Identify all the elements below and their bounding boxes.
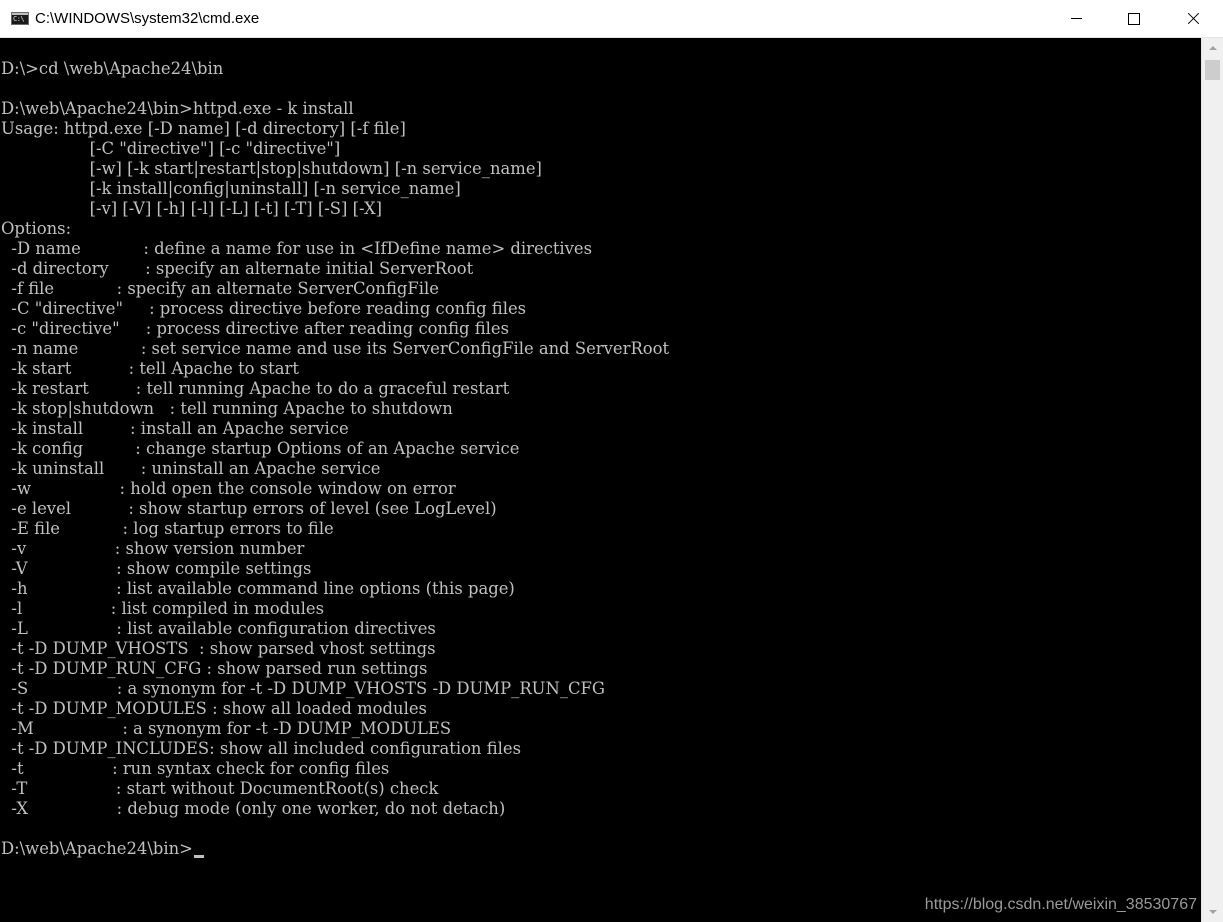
console-line: Usage: httpd.exe [-D name] [-d directory… xyxy=(1,119,406,138)
close-button[interactable] xyxy=(1163,0,1223,37)
console-line: -c "directive" : process directive after… xyxy=(1,319,509,338)
text-cursor xyxy=(193,855,204,858)
console-line: -l : list compiled in modules xyxy=(1,599,324,618)
console-line: -t : run syntax check for config files xyxy=(1,759,390,778)
console-line: -k config : change startup Options of an… xyxy=(1,439,520,458)
scroll-down-arrow-icon[interactable] xyxy=(1202,902,1223,922)
console-line: -S : a synonym for -t -D DUMP_VHOSTS -D … xyxy=(1,679,606,698)
console-line: -D name : define a name for use in <IfDe… xyxy=(1,239,593,258)
maximize-icon xyxy=(1128,12,1140,25)
console-line: D:\web\Apache24\bin>httpd.exe - k instal… xyxy=(1,99,354,118)
console-line: -t -D DUMP_VHOSTS : show parsed vhost se… xyxy=(1,639,436,658)
scroll-up-arrow-icon[interactable] xyxy=(1202,38,1223,58)
console-line: D:\>cd \web\Apache24\bin xyxy=(1,59,224,78)
console-line: -L : list available configuration direct… xyxy=(1,619,436,638)
minimize-button[interactable] xyxy=(1047,0,1105,37)
console-line: -v : show version number xyxy=(1,539,305,558)
command-prompt: D:\web\Apache24\bin> xyxy=(1,839,193,858)
console-line: -w : hold open the console window on err… xyxy=(1,479,456,498)
console-line: -M : a synonym for -t -D DUMP_MODULES xyxy=(1,719,452,738)
console-line: -k uninstall : uninstall an Apache servi… xyxy=(1,459,381,478)
console-line: -t -D DUMP_INCLUDES: show all included c… xyxy=(1,739,521,758)
console-line: -n name : set service name and use its S… xyxy=(1,339,670,358)
console-line: [-C "directive"] [-c "directive"] xyxy=(1,139,341,158)
console-line: Options: xyxy=(1,219,72,238)
console-line: -t -D DUMP_RUN_CFG : show parsed run set… xyxy=(1,659,428,678)
cmd-window: C:\ C:\WINDOWS\system32\cmd.exe D:\>cd \… xyxy=(0,0,1223,922)
console-text: D:\>cd \web\Apache24\bin D:\web\Apache24\… xyxy=(1,59,669,859)
console-line: -T : start without DocumentRoot(s) check xyxy=(1,779,439,798)
console-line: -t -D DUMP_MODULES : show all loaded mod… xyxy=(1,699,427,718)
console-line: -V : show compile settings xyxy=(1,559,312,578)
console-output-area[interactable]: D:\>cd \web\Apache24\bin D:\web\Apache24\… xyxy=(0,38,1201,922)
title-bar[interactable]: C:\ C:\WINDOWS\system32\cmd.exe xyxy=(0,0,1223,38)
console-line: -f file : specify an alternate ServerCon… xyxy=(1,279,439,298)
console-line: [-w] [-k start|restart|stop|shutdown] [-… xyxy=(1,159,542,178)
console-line: -C "directive" : process directive befor… xyxy=(1,299,527,318)
cmd-icon[interactable]: C:\ xyxy=(11,12,29,25)
console-line: -X : debug mode (only one worker, do not… xyxy=(1,799,506,818)
console-line: -d directory : specify an alternate init… xyxy=(1,259,474,278)
console-line: -k stop|shutdown : tell running Apache t… xyxy=(1,399,453,418)
close-icon xyxy=(1187,12,1200,25)
scroll-thumb[interactable] xyxy=(1205,60,1220,80)
console-line: -k start : tell Apache to start xyxy=(1,359,299,378)
console-line: -k restart : tell running Apache to do a… xyxy=(1,379,510,398)
console-line: [-k install|config|uninstall] [-n servic… xyxy=(1,179,461,198)
console-line: -k install : install an Apache service xyxy=(1,419,349,438)
console-line: -e level : show startup errors of level … xyxy=(1,499,497,518)
window-title: C:\WINDOWS\system32\cmd.exe xyxy=(35,10,260,27)
console-line: -E file : log startup errors to file xyxy=(1,519,334,538)
console-line: -h : list available command line options… xyxy=(1,579,515,598)
vertical-scrollbar[interactable] xyxy=(1201,38,1223,922)
cmd-icon-text: C:\ xyxy=(13,15,25,23)
console-line: [-v] [-V] [-h] [-l] [-L] [-t] [-T] [-S] … xyxy=(1,199,383,218)
maximize-button[interactable] xyxy=(1105,0,1163,37)
minimize-icon xyxy=(1070,18,1082,19)
command-prompt-line[interactable]: D:\web\Apache24\bin> xyxy=(1,839,669,859)
watermark-text: https://blog.csdn.net/weixin_38530767 xyxy=(924,896,1197,913)
